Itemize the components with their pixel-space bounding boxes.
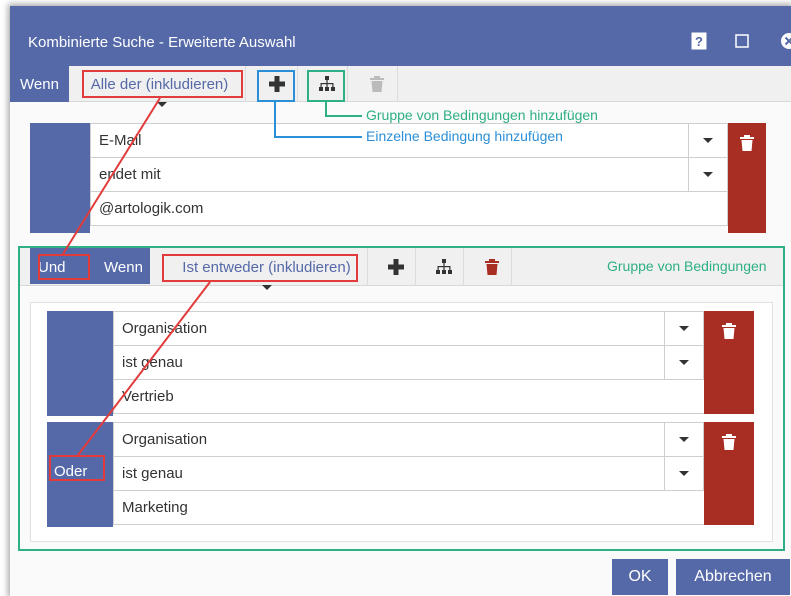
annotation-add-single-label: Einzelne Bedingung hinzufügen bbox=[366, 128, 563, 144]
annotation-add-group-label: Gruppe von Bedingungen hinzufügen bbox=[366, 107, 598, 123]
annotation-lines bbox=[62, 97, 362, 456]
